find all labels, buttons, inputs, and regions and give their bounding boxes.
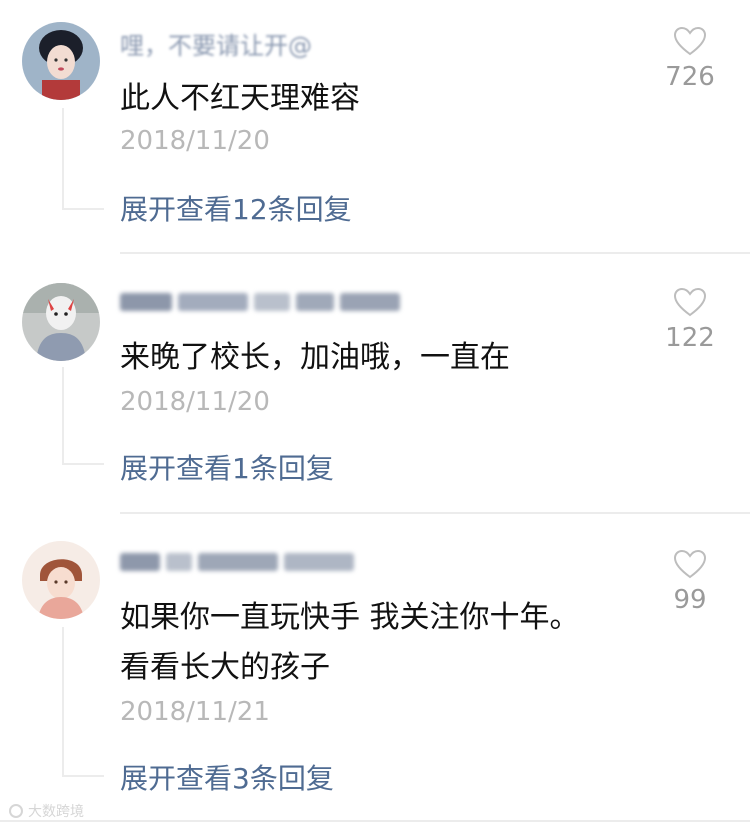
like-count: 726 <box>665 62 715 92</box>
username-blurred[interactable] <box>120 285 406 319</box>
thread-line <box>62 367 104 465</box>
comment-text: 来晚了校长，加油哦，一直在 <box>120 340 510 375</box>
username-blurred[interactable]: 哩，不要请让开@ <box>120 26 312 60</box>
avatar[interactable] <box>22 283 100 361</box>
expand-replies-link[interactable]: 展开查看3条回复 <box>120 757 334 797</box>
like-count: 99 <box>673 585 707 615</box>
comment-text-line-1: 如果你一直玩快手 我关注你十年。 <box>120 600 580 635</box>
username-text: 哩，不要请让开@ <box>120 31 312 60</box>
comment-date: 2018/11/20 <box>120 126 270 156</box>
divider <box>120 512 750 514</box>
comment-date: 2018/11/21 <box>120 697 270 727</box>
username-blurred[interactable] <box>120 545 360 579</box>
comment-text-line-2: 看看长大的孩子 <box>120 650 330 685</box>
heart-icon <box>673 287 707 317</box>
thread-line <box>62 108 104 210</box>
divider <box>120 252 750 254</box>
like-button[interactable]: 122 <box>630 287 750 353</box>
expand-replies-link[interactable]: 展开查看12条回复 <box>120 188 352 228</box>
thread-line <box>62 627 104 777</box>
divider <box>0 820 750 822</box>
comment-text: 此人不红天理难容 <box>120 81 360 116</box>
like-button[interactable]: 726 <box>630 26 750 92</box>
like-count: 122 <box>665 323 715 353</box>
comment-1: 哩，不要请让开@ 此人不红天理难容 2018/11/20 展开查看12条回复 7… <box>0 0 750 255</box>
comment-3: 如果你一直玩快手 我关注你十年。 看看长大的孩子 2018/11/21 展开查看… <box>0 515 750 827</box>
heart-icon <box>673 549 707 579</box>
avatar[interactable] <box>22 22 100 100</box>
watermark: 大数跨境 <box>8 801 84 821</box>
watermark-logo-icon <box>9 804 23 818</box>
expand-replies-link[interactable]: 展开查看1条回复 <box>120 447 334 487</box>
heart-icon <box>673 26 707 56</box>
comment-date: 2018/11/20 <box>120 387 270 417</box>
avatar[interactable] <box>22 541 100 619</box>
like-button[interactable]: 99 <box>630 549 750 615</box>
watermark-text: 大数跨境 <box>28 804 84 820</box>
comment-2: 来晚了校长，加油哦，一直在 2018/11/20 展开查看1条回复 122 <box>0 255 750 515</box>
